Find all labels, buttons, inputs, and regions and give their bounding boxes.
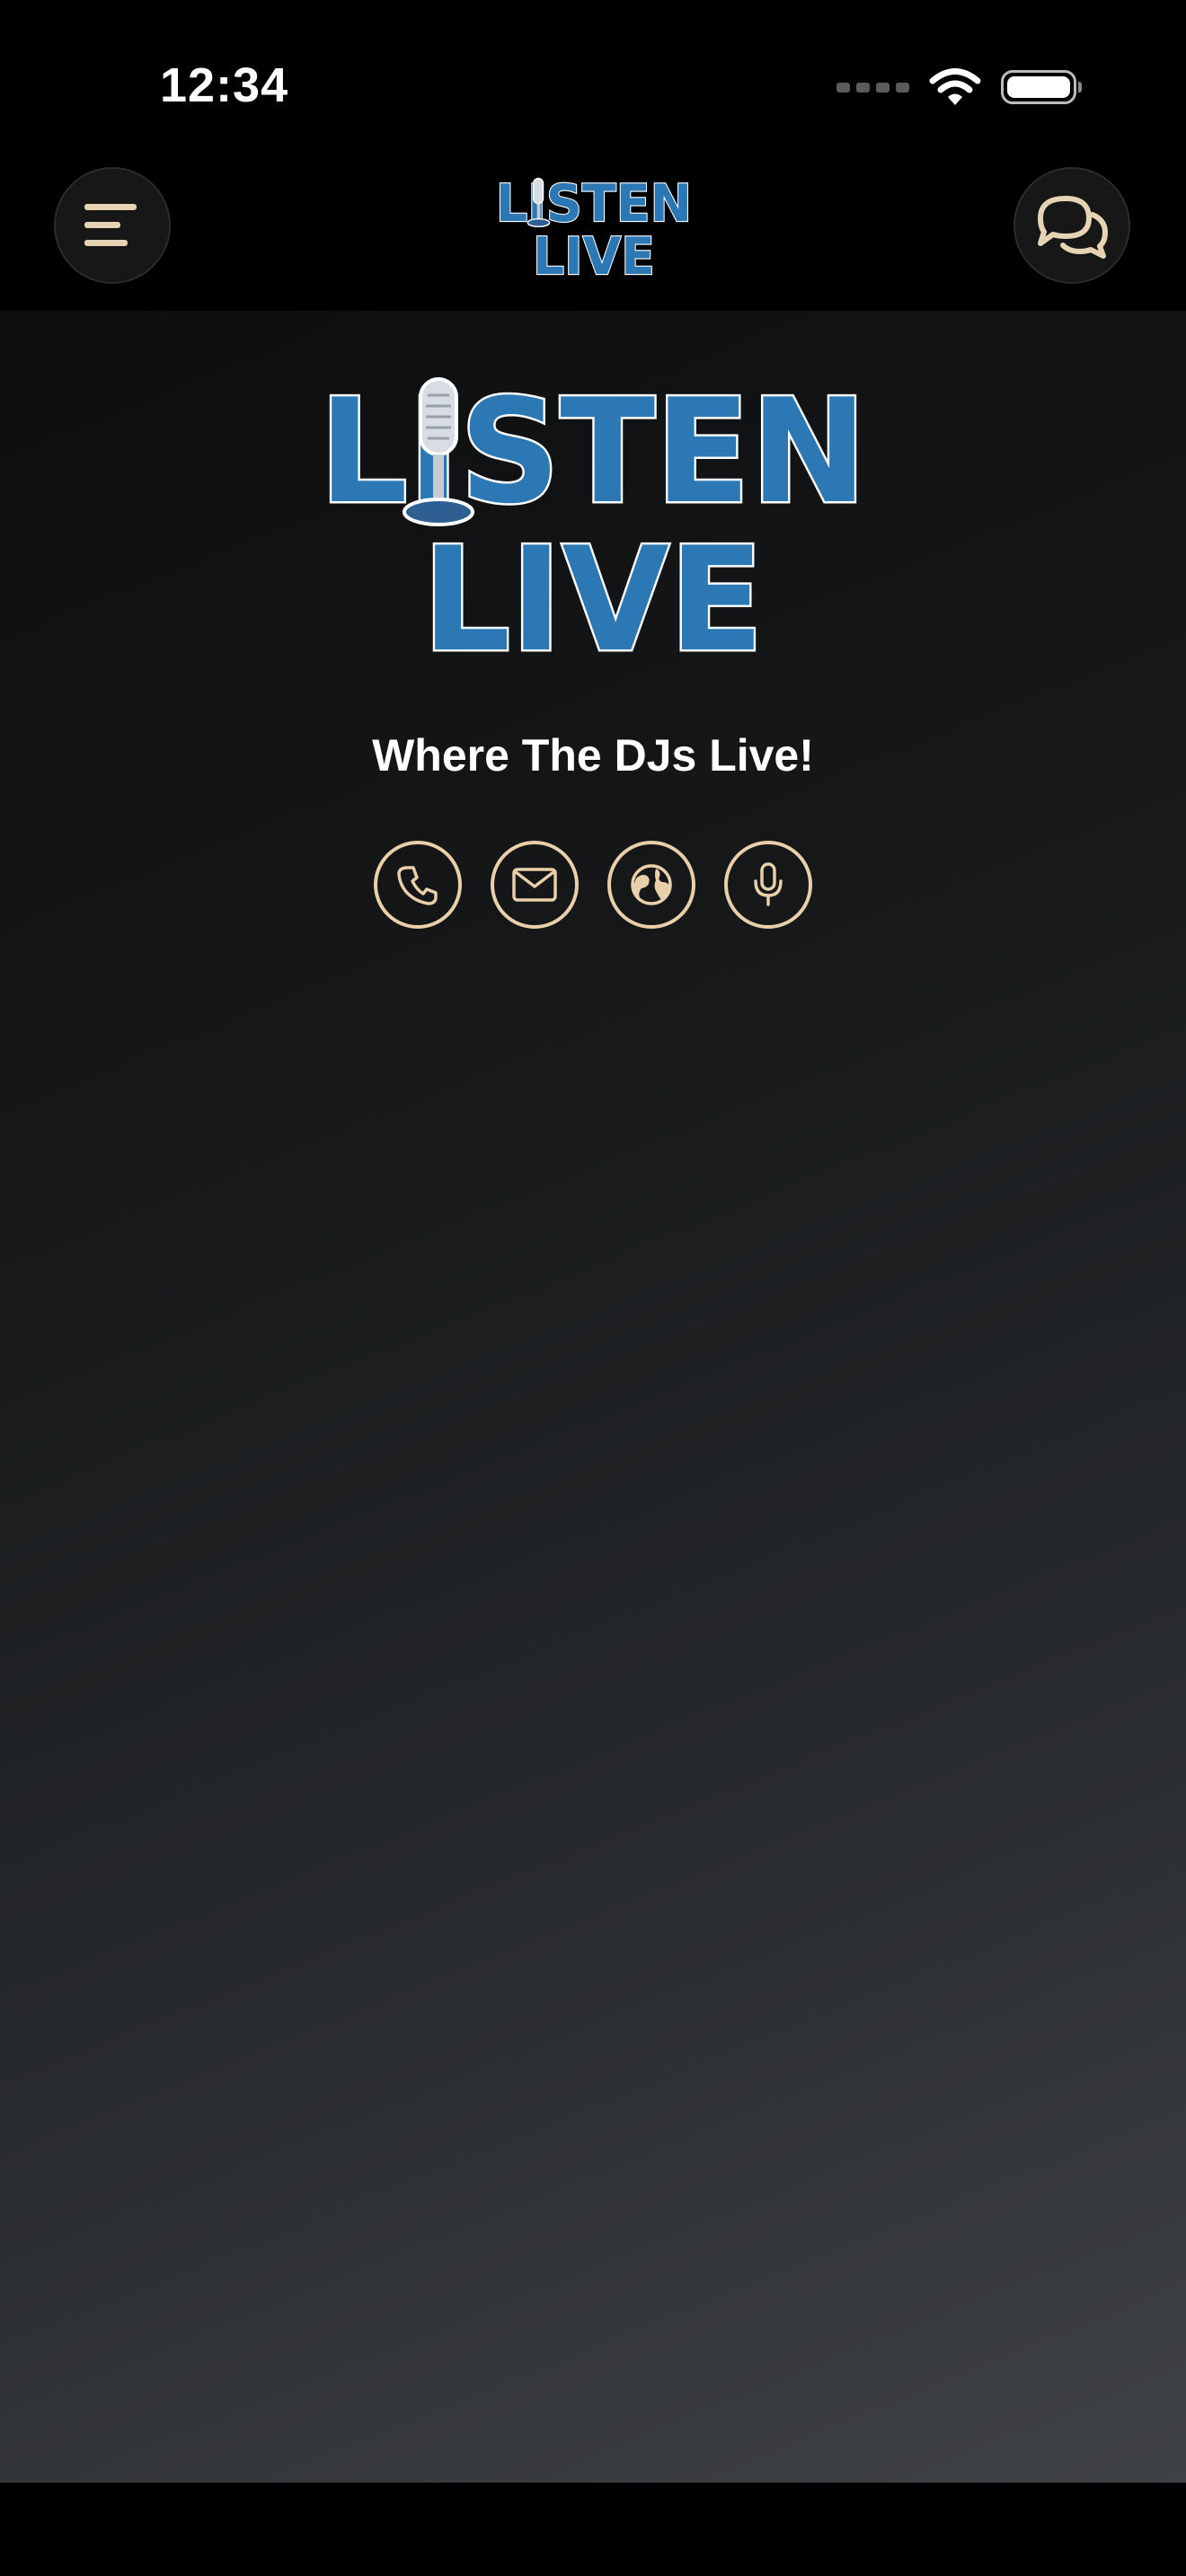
main-logo: LISTEN LIVE <box>317 375 870 663</box>
microphone-button[interactable] <box>724 841 812 929</box>
cellular-signal-icon <box>836 82 909 93</box>
menu-icon <box>84 204 137 246</box>
email-button[interactable] <box>491 841 579 929</box>
contact-buttons <box>374 841 812 929</box>
tagline: Where The DJs Live! <box>372 730 814 781</box>
main-panel: LISTEN LIVE Where The DJs Live! <box>0 311 1186 2483</box>
bottom-bar <box>0 2483 1186 2576</box>
chat-bubbles-icon <box>1038 196 1108 259</box>
menu-button[interactable] <box>54 167 171 284</box>
phone-button[interactable] <box>374 841 462 929</box>
phone-icon <box>397 866 438 905</box>
status-icons <box>836 65 1082 110</box>
main-logo-line1: LISTEN <box>319 375 867 535</box>
app-screen: 12:34 LISTEN LIVE LISTEN LIVE Where The … <box>0 0 1186 2576</box>
status-bar: 12:34 <box>0 0 1186 171</box>
wifi-icon <box>929 68 981 105</box>
header-logo: LISTEN LIVE <box>495 173 693 282</box>
battery-icon <box>1001 70 1082 104</box>
header-logo-line2: LIVE <box>533 227 655 282</box>
website-button[interactable] <box>607 841 695 929</box>
main-logo-line2: LIVE <box>422 516 764 663</box>
globe-icon <box>631 864 672 905</box>
chat-button[interactable] <box>1013 167 1130 284</box>
mail-icon <box>512 868 557 902</box>
status-time: 12:34 <box>160 58 289 112</box>
microphone-icon <box>754 862 783 906</box>
header-logo-line1: LISTEN <box>496 174 692 234</box>
